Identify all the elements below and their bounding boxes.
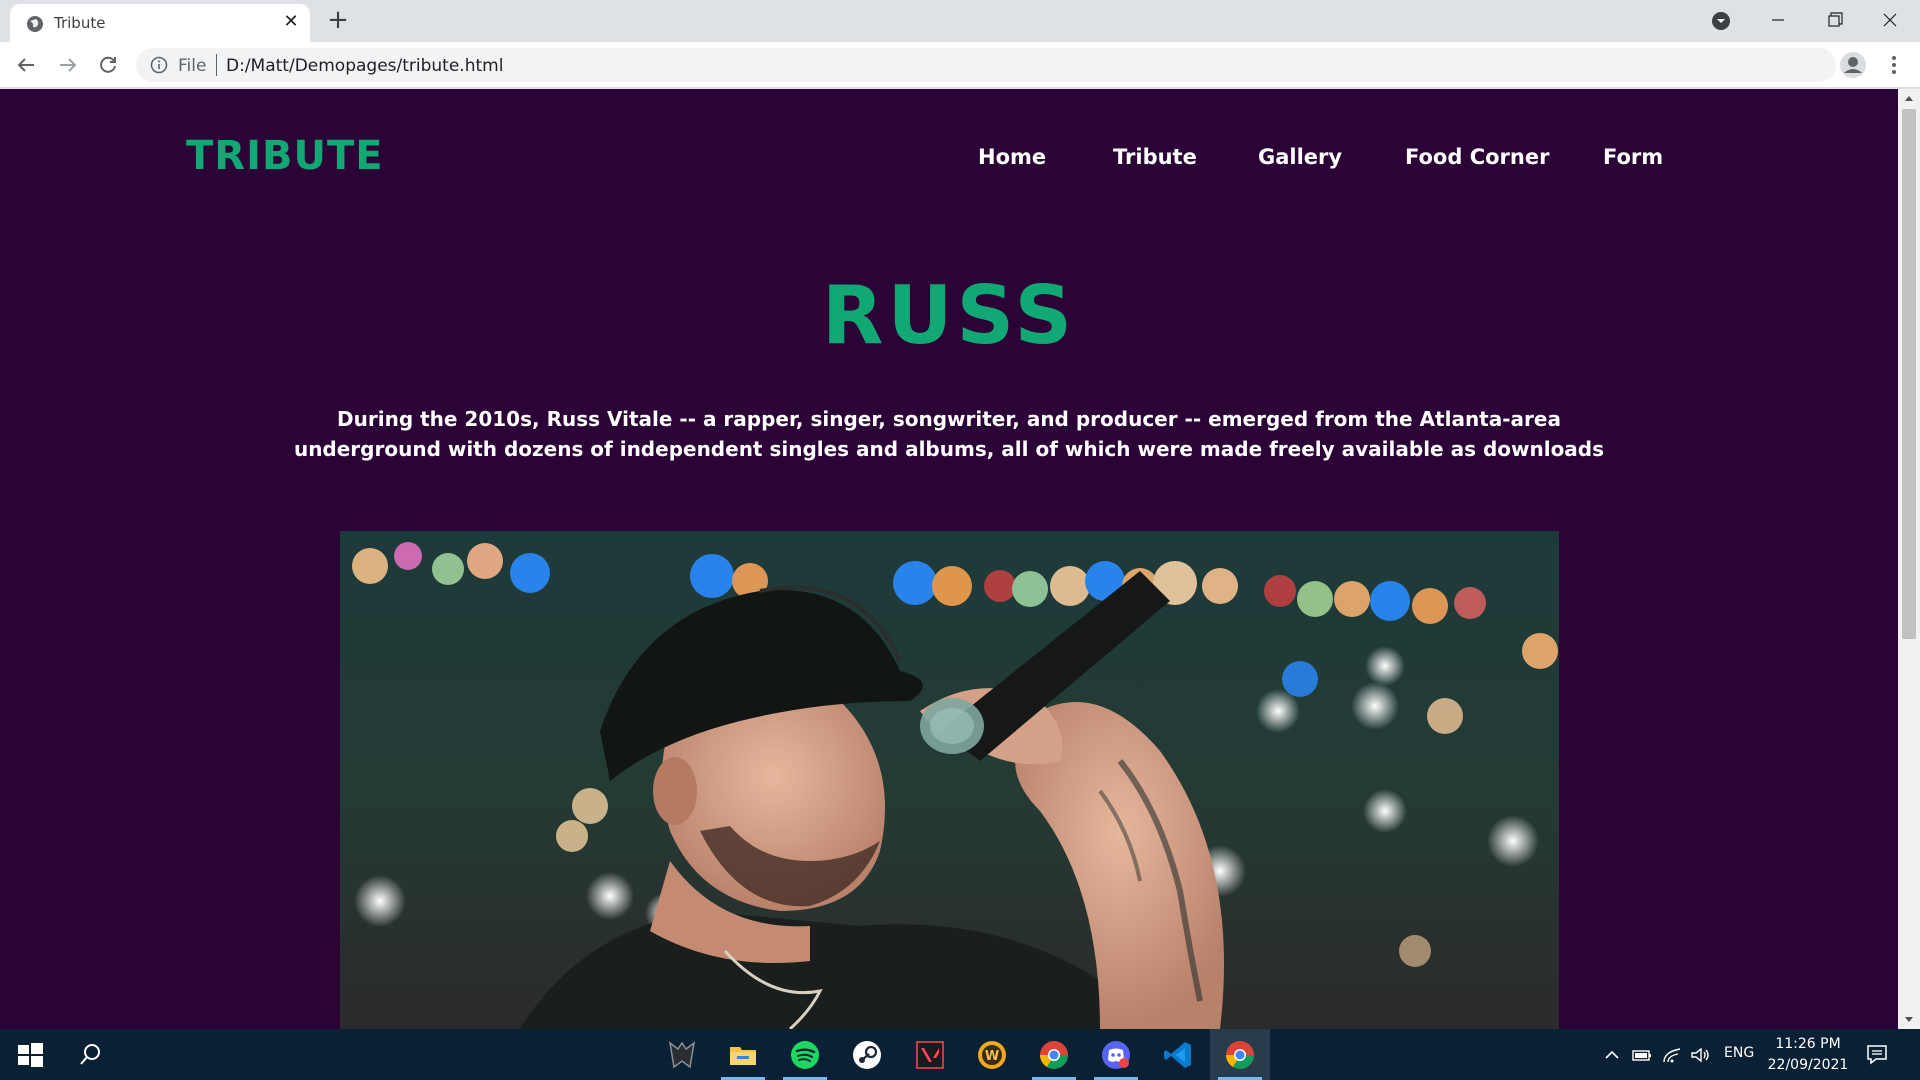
nav-food-corner[interactable]: Food Corner (1405, 145, 1549, 169)
kebab-menu-icon[interactable] (1880, 51, 1908, 79)
singer-photo-illustration (340, 531, 1559, 1029)
reload-icon[interactable] (94, 51, 122, 79)
globe-icon (27, 16, 43, 32)
nav-home[interactable]: Home (978, 145, 1046, 169)
close-window-icon[interactable] (1862, 0, 1918, 40)
discord-icon[interactable] (1086, 1029, 1146, 1080)
windows-taskbar: W ENG 11:26 PM 22/09/2021 (0, 1029, 1920, 1080)
hero-photo (340, 531, 1559, 1029)
language-indicator[interactable]: ENG (1724, 1045, 1754, 1061)
windows-start-icon[interactable] (0, 1029, 60, 1080)
hero-title: RUSS (821, 269, 1077, 362)
forward-arrow-icon[interactable] (54, 51, 82, 79)
notification-center-icon[interactable] (1864, 1041, 1890, 1067)
file-explorer-icon[interactable] (713, 1029, 773, 1080)
tab-search-icon[interactable] (1710, 10, 1732, 32)
valorant-icon[interactable] (900, 1029, 960, 1080)
world-of-warcraft-icon[interactable]: W (962, 1029, 1022, 1080)
url-text[interactable]: D:/Matt/Demopages/tribute.html (226, 56, 503, 76)
scroll-thumb[interactable] (1902, 109, 1916, 639)
nav-form[interactable]: Form (1603, 145, 1663, 169)
chevron-up-icon[interactable] (1600, 1043, 1624, 1067)
address-bar[interactable]: File D:/Matt/Demopages/tribute.html (136, 48, 1836, 82)
svg-text:W: W (985, 1049, 999, 1064)
acer-predator-icon[interactable] (652, 1029, 712, 1080)
page-viewport: TRIBUTE Home Tribute Gallery Food Corner… (0, 89, 1898, 1029)
taskbar-search-icon[interactable] (60, 1029, 120, 1080)
url-separator (216, 54, 217, 76)
profile-avatar-icon[interactable] (1838, 50, 1868, 80)
volume-icon[interactable] (1688, 1043, 1712, 1067)
spotify-icon[interactable] (775, 1029, 835, 1080)
tab-title: Tribute (54, 14, 106, 32)
minimize-icon[interactable] (1750, 0, 1806, 40)
vscode-icon[interactable] (1148, 1029, 1208, 1080)
scroll-down-arrow-icon[interactable] (1898, 1011, 1920, 1029)
chrome-icon[interactable] (1210, 1029, 1270, 1080)
browser-toolbar: File D:/Matt/Demopages/tribute.html (0, 42, 1920, 88)
tab-close-icon[interactable]: ✕ (280, 11, 302, 33)
page-scrollbar[interactable] (1898, 89, 1920, 1029)
wifi-icon[interactable] (1660, 1043, 1684, 1067)
clock-date[interactable]: 22/09/2021 (1766, 1057, 1850, 1073)
new-tab-icon[interactable]: + (324, 7, 352, 35)
battery-icon[interactable] (1630, 1043, 1654, 1067)
restore-icon[interactable] (1806, 0, 1862, 40)
clock-time[interactable]: 11:26 PM (1772, 1036, 1844, 1052)
hero-description: During the 2010s, Russ Vitale -- a rappe… (293, 407, 1605, 461)
nav-gallery[interactable]: Gallery (1258, 145, 1342, 169)
back-arrow-icon[interactable] (12, 51, 40, 79)
tab-strip: Tribute ✕ + (0, 0, 1920, 42)
chrome-alt-icon[interactable] (1024, 1029, 1084, 1080)
url-scheme: File (178, 56, 207, 76)
main-nav: Home Tribute Gallery Food Corner Form (0, 145, 1898, 175)
scroll-up-arrow-icon[interactable] (1898, 89, 1920, 107)
info-icon[interactable] (150, 56, 168, 74)
browser-tab[interactable]: Tribute ✕ (10, 4, 310, 42)
steam-icon[interactable] (837, 1029, 897, 1080)
nav-tribute[interactable]: Tribute (1113, 145, 1197, 169)
